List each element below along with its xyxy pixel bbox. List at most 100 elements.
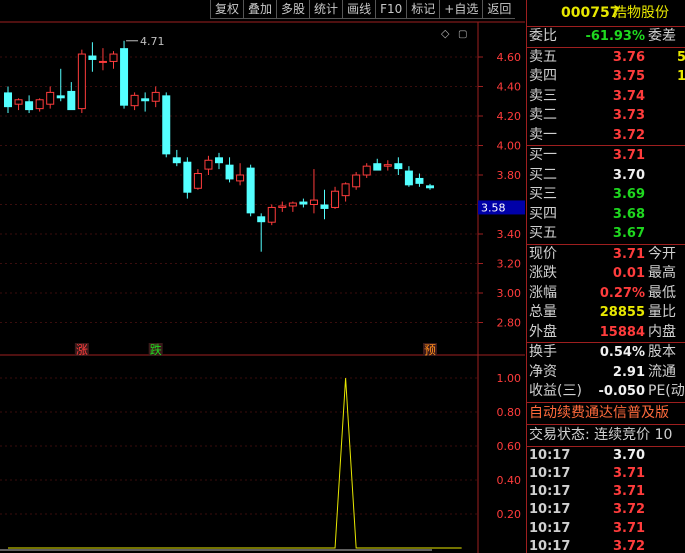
candle-body[interactable] <box>362 165 371 176</box>
candle-body[interactable] <box>56 95 65 99</box>
quote-label: 涨跌 <box>529 265 557 281</box>
candle-body[interactable] <box>35 99 44 110</box>
candle-body[interactable] <box>88 55 97 60</box>
ask-row[interactable]: 卖一 3.72 <box>527 126 685 146</box>
bid-row[interactable]: 买一 3.71 <box>527 146 685 166</box>
bid-price: 3.68 <box>612 206 645 222</box>
ask-row[interactable]: 卖四 3.75 1 <box>527 67 685 87</box>
toolbar-stats-button[interactable]: 统计 <box>309 0 343 19</box>
bid-row[interactable]: 买三 3.69 <box>527 185 685 205</box>
candle-body[interactable] <box>257 216 266 223</box>
quote-label: 总量 <box>529 304 557 320</box>
indicator-axis-label: 0.20 <box>497 508 522 521</box>
candle-body[interactable] <box>183 161 192 193</box>
candle-body[interactable] <box>130 94 139 107</box>
signal-label: 预 <box>424 343 436 357</box>
candle-body[interactable] <box>172 157 181 164</box>
candle-body[interactable] <box>299 201 308 205</box>
candlestick-chart[interactable]: 4.604.404.204.003.803.603.403.203.002.80… <box>0 0 525 553</box>
fund-label: 换手 <box>529 344 557 360</box>
candle-body[interactable] <box>120 48 129 106</box>
ask-volume: 1 <box>677 67 685 87</box>
tick-time: 10:17 <box>529 520 571 536</box>
toolbar-back-button[interactable]: 返回 <box>482 0 516 19</box>
candle-body[interactable] <box>267 206 276 223</box>
candle-body[interactable] <box>162 95 171 155</box>
bid-label: 买三 <box>529 186 557 202</box>
candle-body[interactable] <box>25 101 34 111</box>
tick-row: 10:17 3.70 <box>527 447 685 465</box>
bid-row[interactable]: 买五 3.67 <box>527 224 685 244</box>
toolbar-add-favorite-button[interactable]: +自选 <box>439 0 483 19</box>
toolbar-draw-button[interactable]: 画线 <box>342 0 376 19</box>
ask-price: 3.73 <box>612 108 645 123</box>
candle-body[interactable] <box>320 204 329 209</box>
quote-ext-label: 最高 <box>648 265 676 281</box>
diamond-icon[interactable]: ◇ <box>441 27 450 40</box>
ask-price: 3.75 <box>612 69 645 84</box>
quote-value: 0.27% <box>599 285 645 301</box>
fund-ext-label: 流通 <box>648 363 676 380</box>
candle-body[interactable] <box>373 163 382 171</box>
candle-body[interactable] <box>77 53 86 110</box>
candle-body[interactable] <box>331 190 340 208</box>
candle-body[interactable] <box>109 53 118 62</box>
ask-row[interactable]: 卖二 3.73 <box>527 106 685 126</box>
quote-label: 外盘 <box>529 323 557 340</box>
candle-body[interactable] <box>415 177 424 184</box>
candle-body[interactable] <box>225 164 234 180</box>
ask-row[interactable]: 卖三 3.74 <box>527 87 685 107</box>
ask-row[interactable]: 卖五 3.76 5 <box>527 48 685 68</box>
candle-body[interactable] <box>404 170 413 186</box>
square-icon[interactable]: ▢ <box>458 29 467 40</box>
tick-row: 10:17 3.71 <box>527 465 685 483</box>
price-axis-label: 4.40 <box>497 81 522 94</box>
candle-body[interactable] <box>67 90 76 111</box>
candle-body[interactable] <box>215 157 223 164</box>
bid-label: 买五 <box>529 225 557 241</box>
indicator-axis-label: 0.80 <box>497 406 522 419</box>
candle-body[interactable] <box>151 91 160 102</box>
candle-body[interactable] <box>193 173 202 189</box>
candle-body[interactable] <box>14 99 23 105</box>
candle-body[interactable] <box>309 199 318 205</box>
toolbar-mark-button[interactable]: 标记 <box>406 0 440 19</box>
quote-value: 28855 <box>599 305 645 320</box>
candle-body[interactable] <box>141 98 150 102</box>
ask-price: 3.76 <box>612 49 645 65</box>
quote-value: 15884 <box>599 324 645 340</box>
candle-body[interactable] <box>204 159 213 170</box>
candle-body[interactable] <box>46 91 55 105</box>
tick-list[interactable]: 10:17 3.70 10:17 3.71 10:17 3.71 10:17 3.72 … <box>527 445 685 553</box>
tick-price: 3.72 <box>613 502 646 518</box>
candle-body[interactable] <box>352 174 361 188</box>
indicator-line <box>8 377 462 549</box>
quote-panel: 000757 浩物股份 委比 -61.93% 委差 卖五 3.76 5 卖四 3.75… <box>526 0 685 553</box>
quote-ext-label: 量比 <box>648 304 676 320</box>
candle-body[interactable] <box>236 174 245 182</box>
bid-row[interactable]: 买四 3.68 <box>527 205 685 225</box>
candle-body[interactable] <box>98 60 107 63</box>
quote-row: 涨幅 0.27% 最低 <box>527 284 685 304</box>
quote-ext-label: 内盘 <box>648 323 676 340</box>
bid-row[interactable]: 买二 3.70 <box>527 166 685 186</box>
toolbar-overlay-button[interactable]: 叠加 <box>243 0 277 19</box>
toolbar-multi-stock-button[interactable]: 多股 <box>276 0 310 19</box>
candle-body[interactable] <box>288 202 297 207</box>
quote-row: 外盘 15884 内盘 <box>527 323 685 343</box>
toolbar-fuquan-button[interactable]: 复权 <box>210 0 244 19</box>
ask-label: 卖一 <box>529 126 557 143</box>
candle-body[interactable] <box>426 185 434 189</box>
candle-body[interactable] <box>341 183 350 197</box>
toolbar-f10-button[interactable]: F10 <box>375 0 407 19</box>
renewal-banner-link[interactable]: 自动续费通达信普及版 <box>527 401 685 424</box>
weicha-label: 委差 <box>648 28 676 44</box>
candle-body[interactable] <box>246 167 255 214</box>
candle-body[interactable] <box>278 205 287 208</box>
indicator-axis-label: 1.00 <box>497 372 522 385</box>
candle-body[interactable] <box>4 92 12 108</box>
high-marker-label: 4.71 <box>140 35 165 48</box>
fund-row: 收益(三) -0.050PE(动) <box>527 382 685 402</box>
candle-body[interactable] <box>394 163 403 170</box>
candle-body[interactable] <box>383 164 392 167</box>
